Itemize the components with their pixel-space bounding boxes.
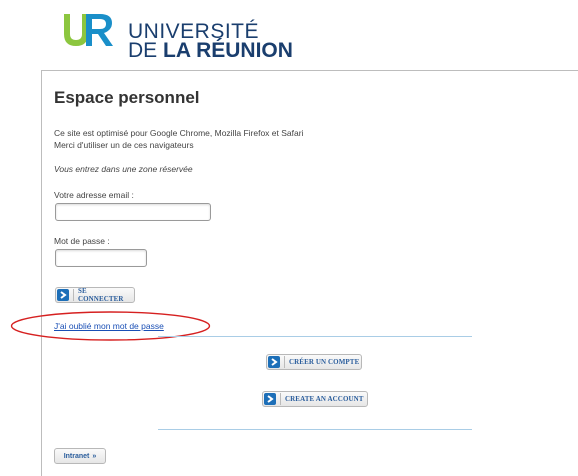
login-button-label: SE CONNECTER — [77, 287, 124, 303]
button-separator — [284, 356, 285, 368]
intranet-button[interactable]: Intranet » — [54, 448, 106, 464]
create-account-en-label: CREATE AN ACCOUNT — [285, 395, 364, 403]
divider-top — [158, 336, 472, 337]
ur-logo-icon — [64, 14, 113, 46]
divider-bottom — [158, 429, 472, 430]
chevron-right-icon — [264, 393, 276, 405]
button-separator — [72, 289, 74, 301]
create-account-fr-button[interactable]: CRÉER UN COMPTE — [266, 354, 362, 370]
logo-line-2-prefix: DE — [128, 39, 164, 62]
restricted-notice: Vous entrez dans une zone réservée — [54, 164, 193, 174]
email-label: Votre adresse email : — [54, 190, 134, 200]
page-title: Espace personnel — [54, 88, 200, 107]
logo-line-2: DE LA RÉUNION — [128, 39, 293, 63]
highlight-oval — [10, 311, 211, 341]
create-account-en-button[interactable]: CREATE AN ACCOUNT — [262, 391, 368, 407]
browser-notice-2: Merci d'utiliser un de ces navigateurs — [54, 140, 194, 150]
intranet-label: Intranet — [63, 452, 90, 460]
login-button[interactable]: SE CONNECTER — [55, 287, 135, 303]
logo-line-2-bold: LA RÉUNION — [163, 39, 293, 62]
chevron-right-icon — [57, 289, 69, 301]
password-label: Mot de passe : — [54, 236, 110, 246]
browser-notice-1: Ce site est optimisé pour Google Chrome,… — [54, 128, 304, 138]
password-field[interactable] — [55, 249, 147, 267]
double-chevron-right-icon: » — [92, 452, 97, 460]
university-logo: UNIVERSITÉ DE LA RÉUNION — [62, 10, 302, 62]
button-separator — [280, 393, 281, 405]
create-account-fr-label: CRÉER UN COMPTE — [289, 358, 360, 366]
chevron-right-icon — [268, 356, 280, 368]
email-field[interactable] — [55, 203, 211, 221]
